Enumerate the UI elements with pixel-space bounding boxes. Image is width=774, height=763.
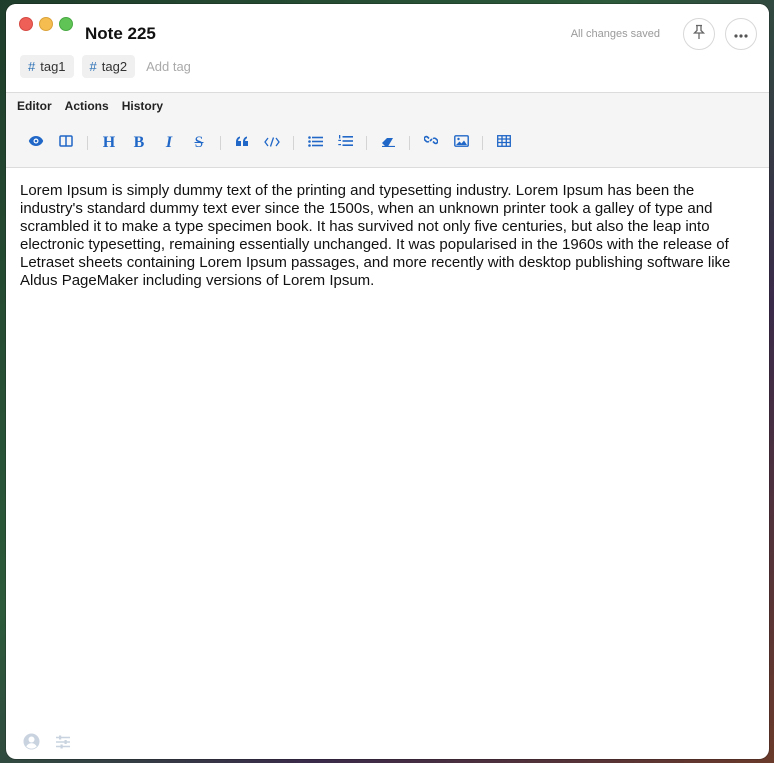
bold-button[interactable]: B [124,131,154,155]
bullet-list-icon [307,134,323,152]
footer-bar [22,733,86,755]
image-icon [453,134,469,152]
account-icon [23,733,40,755]
heading-icon: H [102,133,116,151]
strikethrough-icon: S [194,133,204,151]
bullet-list-button[interactable] [300,131,330,155]
italic-button[interactable]: I [154,131,184,155]
toolbar-divider [87,135,88,150]
quote-icon [235,134,249,152]
hashtag-icon: # [89,59,97,74]
eraser-icon [381,134,396,152]
settings-button[interactable] [54,735,72,753]
hashtag-icon: # [28,59,36,74]
note-title[interactable]: Note 225 [85,24,156,44]
pin-button[interactable] [683,18,715,50]
strikethrough-button[interactable]: S [184,131,214,155]
eye-icon [28,134,44,152]
heading-button[interactable]: H [94,131,124,155]
close-window-button[interactable] [19,17,33,31]
maximize-window-button[interactable] [59,17,73,31]
numbered-list-button[interactable] [330,131,360,155]
table-button[interactable] [489,131,519,155]
toolbar-divider [366,135,367,150]
numbered-list-icon [337,134,353,152]
tag-label: tag2 [101,59,128,74]
menu-editor[interactable]: Editor [17,99,52,113]
split-view-icon [59,134,73,152]
title-bar: Note 225 All changes saved # tag1 # tag2 [6,4,769,92]
note-body[interactable]: Lorem Ipsum is simply dummy text of the … [20,182,755,290]
ellipsis-icon [734,25,748,43]
italic-icon: I [165,133,173,151]
settings-sliders-icon [55,735,71,754]
toolbar-divider [220,135,221,150]
tag-chip[interactable]: # tag1 [20,55,74,78]
account-button[interactable] [22,733,40,755]
tag-chip[interactable]: # tag2 [81,55,136,78]
save-status: All changes saved [570,28,660,40]
preview-button[interactable] [21,131,51,155]
code-button[interactable] [257,131,287,155]
toolbar-divider [482,135,483,150]
quote-button[interactable] [227,131,257,155]
editor-menubar: Editor Actions History [6,92,769,119]
menu-history[interactable]: History [122,99,163,113]
bold-icon: B [133,133,145,151]
menu-actions[interactable]: Actions [65,99,109,113]
code-icon [264,134,280,152]
toolbar-divider [293,135,294,150]
image-button[interactable] [446,131,476,155]
table-icon [497,134,511,152]
split-view-button[interactable] [51,131,81,155]
toolbar-divider [409,135,410,150]
more-options-button[interactable] [725,18,757,50]
add-tag-input[interactable]: Add tag [146,59,191,74]
pin-icon [692,24,706,45]
tag-list: # tag1 # tag2 Add tag [20,55,191,78]
clear-formatting-button[interactable] [373,131,403,155]
minimize-window-button[interactable] [39,17,53,31]
link-button[interactable] [416,131,446,155]
formatting-toolbar: H B I S [6,118,769,168]
note-window: Note 225 All changes saved # tag1 # tag2 [6,4,769,759]
tag-label: tag1 [40,59,66,74]
link-icon [423,133,439,152]
